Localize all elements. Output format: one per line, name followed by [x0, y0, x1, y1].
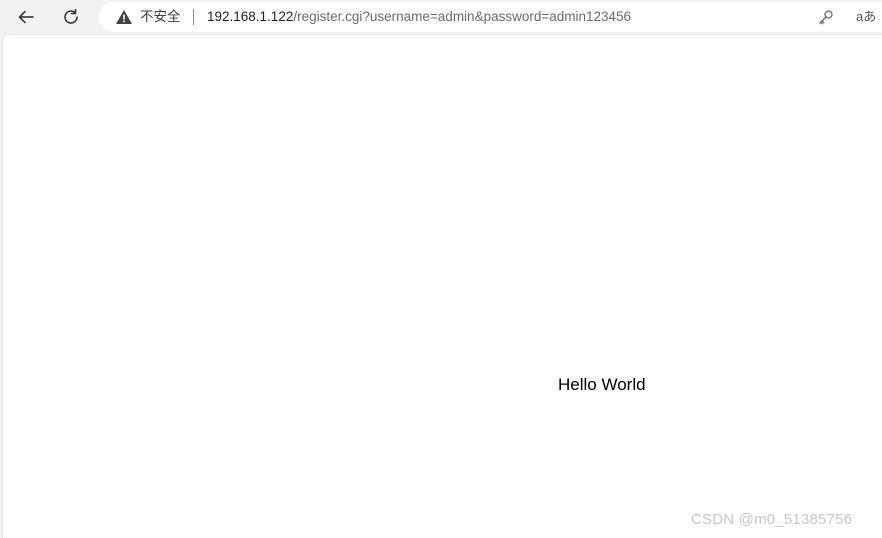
- back-arrow-icon: [18, 10, 34, 24]
- address-bar[interactable]: 不安全 192.168.1.122/register.cgi?username=…: [99, 2, 882, 32]
- reload-icon: [64, 8, 78, 24]
- security-status-label[interactable]: 不安全: [140, 9, 181, 25]
- warning-triangle-icon[interactable]: [115, 8, 133, 26]
- reload-button[interactable]: [57, 3, 85, 31]
- url-host: 192.168.1.122: [207, 9, 294, 24]
- body-text: Hello World: [558, 375, 646, 394]
- address-separator: [193, 9, 194, 25]
- url-path: /register.cgi?username=admin&password=ad…: [293, 9, 632, 24]
- page-content: Hello World CSDN @m0_51385756: [3, 35, 882, 538]
- key-icon[interactable]: [817, 8, 835, 26]
- translate-icon[interactable]: aあ: [856, 8, 876, 26]
- watermark: CSDN @m0_51385756: [691, 511, 853, 528]
- back-button[interactable]: [12, 3, 40, 31]
- url-text[interactable]: 192.168.1.122/register.cgi?username=admi…: [207, 9, 631, 25]
- browser-toolbar: 不安全 192.168.1.122/register.cgi?username=…: [0, 0, 882, 34]
